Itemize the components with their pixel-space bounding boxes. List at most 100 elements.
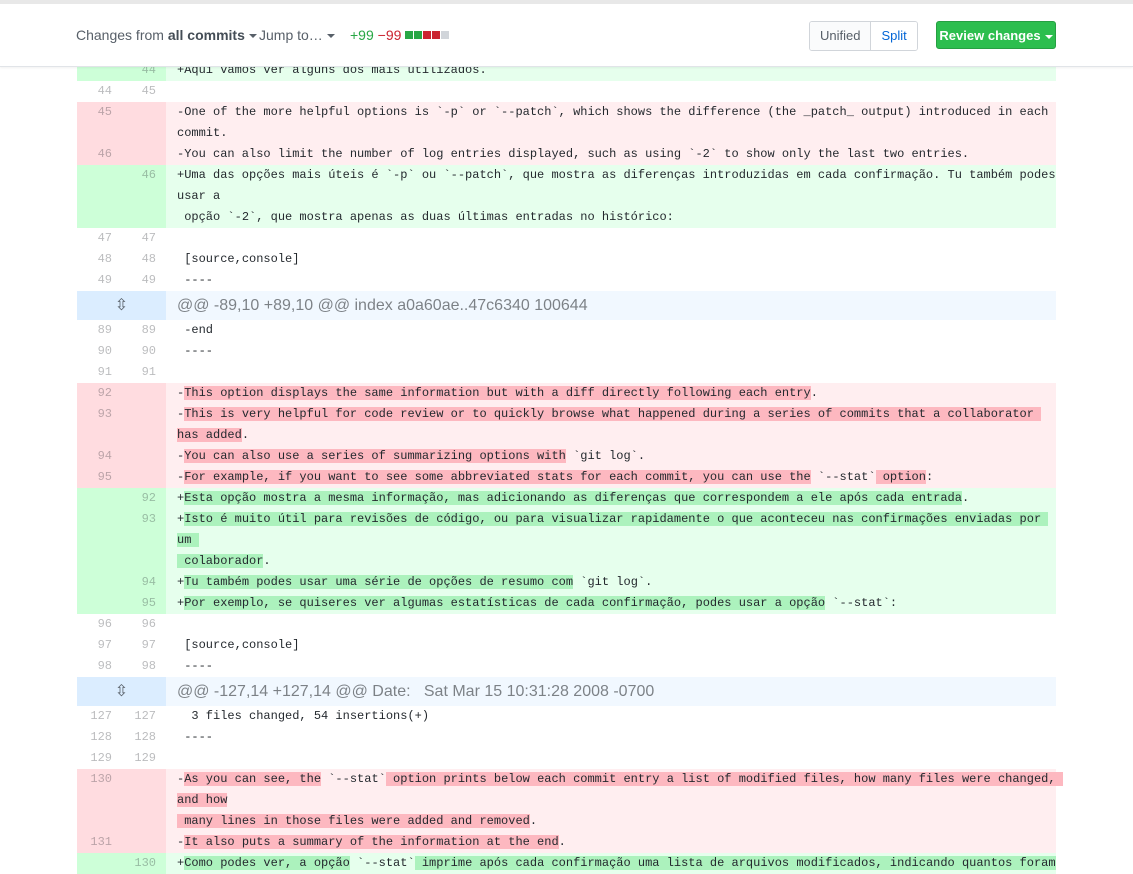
word-diff-highlight: This is very helpful for code review or … [177, 407, 1042, 442]
new-line-number[interactable] [112, 383, 156, 404]
old-line-number[interactable]: 90 [77, 341, 112, 362]
new-line-number[interactable]: 127 [112, 706, 156, 727]
unfold-icon: ⇳ [114, 682, 129, 700]
old-line-number[interactable]: 98 [77, 656, 112, 677]
diff-text: . [263, 554, 271, 568]
new-line-number[interactable] [112, 446, 156, 467]
old-line-number[interactable]: 128 [77, 727, 112, 748]
new-line-number[interactable] [112, 102, 156, 144]
diff-code-line [166, 362, 1056, 383]
old-line-number[interactable]: 89 [77, 320, 112, 341]
split-button[interactable]: Split [871, 22, 917, 50]
diff-text: . [810, 386, 818, 400]
diff-row-deletion: 131 -It also puts a summary of the infor… [77, 832, 1056, 853]
new-line-number[interactable] [112, 832, 156, 853]
new-line-number[interactable]: 48 [112, 249, 156, 270]
diff-row-deletion: 94 -You can also use a series of summari… [77, 446, 1056, 467]
diff-code-line [166, 614, 1056, 635]
old-line-number[interactable]: 93 [77, 404, 112, 446]
old-line-number[interactable]: 95 [77, 467, 112, 488]
old-line-number[interactable] [77, 593, 112, 614]
new-line-number[interactable] [112, 144, 156, 165]
diff-code-line: +Uma das opções mais úteis é `-p` ou `--… [166, 165, 1056, 228]
word-diff-highlight: Isto é muito útil para revisões de códig… [177, 512, 1049, 568]
old-line-number[interactable]: 96 [77, 614, 112, 635]
new-line-number[interactable]: 130 [112, 853, 156, 874]
word-diff-highlight: It also puts a summary of the informatio… [184, 835, 559, 849]
new-line-number[interactable]: 90 [112, 341, 156, 362]
new-line-number[interactable]: 45 [112, 81, 156, 102]
old-line-number[interactable] [77, 853, 112, 874]
new-line-number[interactable]: 47 [112, 228, 156, 249]
diff-code-line: [source,console] [177, 252, 300, 266]
diff-row-context: 127 127 3 files changed, 54 insertions(+) [77, 706, 1056, 727]
diff-code-line: [source,console] [177, 638, 300, 652]
word-diff-highlight: You can also use a series of summarizing… [184, 449, 566, 463]
new-line-number[interactable]: 93 [112, 509, 156, 572]
new-line-number[interactable]: 49 [112, 270, 156, 291]
new-line-number[interactable]: 94 [112, 572, 156, 593]
new-line-number[interactable]: 95 [112, 593, 156, 614]
old-line-number[interactable]: 48 [77, 249, 112, 270]
changes-from-value: all commits [167, 27, 245, 43]
expand-button[interactable]: ⇳ [77, 677, 166, 706]
diff-row-context: 47 47 [77, 228, 1056, 249]
diff-row-deletion: 93 -This is very helpful for code review… [77, 404, 1056, 446]
old-line-number[interactable]: 127 [77, 706, 112, 727]
expand-button[interactable]: ⇳ [77, 291, 166, 320]
jump-to-dropdown[interactable]: Jump to… [259, 27, 335, 43]
diff-code-line: 3 files changed, 54 insertions(+) [177, 709, 430, 723]
word-diff-highlight: For example, if you want to see some abb… [184, 470, 811, 484]
old-line-number[interactable]: 97 [77, 635, 112, 656]
diff-row-addition: 46 +Uma das opções mais úteis é `-p` ou … [77, 165, 1056, 228]
old-line-number[interactable] [77, 165, 112, 228]
old-line-number[interactable]: 131 [77, 832, 112, 853]
diff-code-line: -For example, if you want to see some ab… [166, 467, 1056, 488]
old-line-number[interactable]: 94 [77, 446, 112, 467]
jump-to-label: Jump to… [259, 27, 323, 43]
old-line-number[interactable]: 129 [77, 748, 112, 769]
old-line-number[interactable]: 44 [77, 81, 112, 102]
diff-row-context: 90 90 ---- [77, 341, 1056, 362]
diff-code-line [166, 228, 1056, 249]
diff-row-deletion: 95 -For example, if you want to see some… [77, 467, 1056, 488]
old-line-number[interactable]: 49 [77, 270, 112, 291]
new-line-number[interactable]: 91 [112, 362, 156, 383]
hunk-header-text: @@ -89,10 +89,10 @@ index a0a60ae..47c63… [166, 291, 1056, 320]
new-line-number[interactable] [112, 404, 156, 446]
new-line-number[interactable]: 96 [112, 614, 156, 635]
new-line-number[interactable]: 98 [112, 656, 156, 677]
word-diff-highlight: Como podes ver, a opção [184, 856, 350, 870]
diff-code-line: +Como podes ver, a opção `--stat` imprim… [166, 853, 1056, 874]
new-line-number[interactable]: 128 [112, 727, 156, 748]
new-line-number[interactable]: 46 [112, 165, 156, 228]
old-line-number[interactable]: 92 [77, 383, 112, 404]
new-line-number[interactable]: 129 [112, 748, 156, 769]
old-line-number[interactable] [77, 488, 112, 509]
diff-code-line: -This option displays the same informati… [166, 383, 1056, 404]
diff-row-deletion: 46 -You can also limit the number of log… [77, 144, 1056, 165]
new-line-number[interactable]: 89 [112, 320, 156, 341]
old-line-number[interactable]: 46 [77, 144, 112, 165]
diff-row-context: 48 48 [source,console] [77, 249, 1056, 270]
changes-from-dropdown[interactable]: Changes from all commits [76, 27, 257, 43]
diff-table: 44 +Aqui vamos ver alguns dos mais utili… [77, 60, 1063, 874]
new-line-number[interactable] [112, 769, 156, 832]
old-line-number[interactable]: 45 [77, 102, 112, 144]
diff-view-toggle: Unified Split [809, 21, 918, 51]
old-line-number[interactable] [77, 572, 112, 593]
new-line-number[interactable]: 92 [112, 488, 156, 509]
unified-button[interactable]: Unified [810, 22, 872, 50]
old-line-number[interactable]: 91 [77, 362, 112, 383]
old-line-number[interactable] [77, 509, 112, 572]
hunk-header: ⇳ @@ -127,14 +127,14 @@ Date: Sat Mar 15… [77, 677, 1056, 706]
chevron-down-icon [326, 34, 335, 39]
diffstat-block-neutral [441, 31, 449, 39]
new-line-number[interactable] [112, 467, 156, 488]
new-line-number[interactable]: 97 [112, 635, 156, 656]
diff-code-line: -You can also use a series of summarizin… [166, 446, 1056, 467]
old-line-number[interactable]: 47 [77, 228, 112, 249]
deletions-count: −99 [377, 27, 402, 43]
review-changes-button[interactable]: Review changes [936, 21, 1056, 49]
old-line-number[interactable]: 130 [77, 769, 112, 832]
